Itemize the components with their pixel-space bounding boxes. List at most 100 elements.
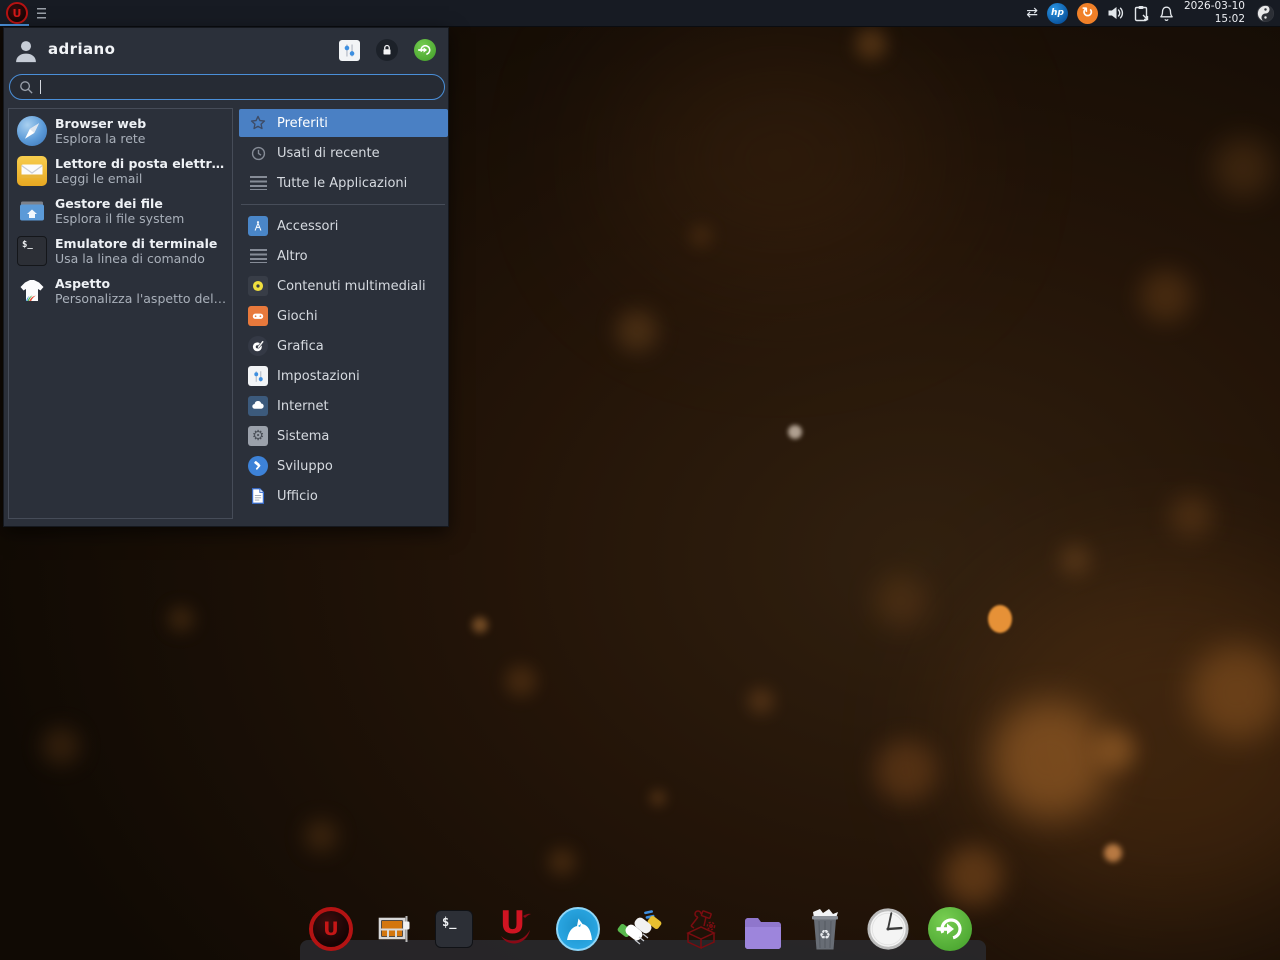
bokeh-light (616, 310, 658, 352)
bokeh-light (168, 606, 194, 632)
favorite-item-browser[interactable]: Browser web Esplora la rete (9, 111, 232, 151)
lock-screen-button[interactable] (376, 39, 398, 61)
web-browser-icon (17, 116, 47, 146)
favorite-title: Gestore dei file (55, 196, 184, 211)
favorite-subtitle: Usa la linea di comando (55, 251, 217, 266)
category-sviluppo[interactable]: Sviluppo (239, 451, 448, 481)
dock-trash[interactable]: ♻ (802, 906, 848, 952)
dock-u-application[interactable]: U (492, 906, 538, 952)
log-out-icon (414, 39, 436, 61)
clipboard-icon[interactable] (1134, 5, 1149, 22)
hammer-icon (248, 456, 268, 476)
favorite-item-terminal[interactable]: $_ Emulatore di terminale Usa la linea d… (9, 231, 232, 271)
gear-icon: ⚙ (248, 426, 268, 446)
active-indicator (0, 24, 29, 26)
category-ufficio[interactable]: Ufficio (239, 481, 448, 511)
bokeh-light (748, 688, 774, 714)
favorite-title: Emulatore di terminale (55, 236, 217, 251)
favorite-text: Gestore dei file Esplora il file system (55, 196, 184, 226)
media-editor-icon (372, 908, 414, 950)
update-notifier-icon[interactable]: ↻ (1077, 3, 1098, 24)
user-avatar[interactable] (12, 37, 40, 65)
clock-datetime[interactable]: 2026-03-10 15:02 (1184, 0, 1245, 25)
accessories-icon (248, 216, 268, 236)
category-grafica[interactable]: Grafica (239, 331, 448, 361)
category-contenuti-multimediali[interactable]: Contenuti multimediali (239, 271, 448, 301)
media-disc-icon (248, 276, 268, 296)
category-label: Usati di recente (277, 146, 380, 161)
dock-media-editor[interactable] (370, 906, 416, 952)
mail-reader-icon (17, 156, 47, 186)
category-tutte-le-applicazioni[interactable]: Tutte le Applicazioni (239, 168, 448, 198)
hp-device-icon[interactable]: hp (1047, 3, 1068, 24)
hamburger-icon[interactable] (37, 8, 46, 19)
settings-sliders-icon (248, 366, 268, 386)
search-input[interactable] (45, 80, 444, 95)
settings-sliders-icon (339, 40, 360, 61)
toolbox-icon (678, 906, 724, 952)
dock-wolf-browser[interactable] (555, 906, 601, 952)
volume-icon[interactable] (1107, 5, 1125, 21)
favorite-item-files[interactable]: Gestore dei file Esplora il file system (9, 191, 232, 231)
category-label: Internet (277, 399, 329, 414)
category-label: Tutte le Applicazioni (277, 176, 407, 191)
folder-icon (743, 915, 783, 949)
category-accessori[interactable]: Accessori (239, 211, 448, 241)
category-sistema[interactable]: ⚙ Sistema (239, 421, 448, 451)
dock-terminal[interactable]: $_ (431, 906, 477, 952)
favorite-subtitle: Personalizza l'aspetto del… (55, 291, 226, 306)
dock-collaboration[interactable] (617, 906, 663, 952)
cloud-icon (248, 396, 268, 416)
bokeh-light (505, 665, 537, 697)
bokeh-light (1096, 730, 1136, 770)
search-box[interactable] (9, 74, 445, 100)
dock-clock[interactable] (865, 906, 911, 952)
log-out-button[interactable] (414, 39, 436, 61)
favorite-item-mail[interactable]: Lettore di posta elettr… Leggi le email (9, 151, 232, 191)
bokeh-light (855, 28, 887, 60)
gamepad-icon (248, 306, 268, 326)
list-lines-icon (248, 173, 268, 193)
bokeh-light (1140, 270, 1192, 322)
favorites-list: Browser web Esplora la rete Lettore di p… (8, 108, 233, 519)
username-text: adriano (48, 40, 115, 58)
yin-yang-icon[interactable] (1256, 4, 1275, 23)
terminal-icon: $_ (435, 910, 473, 948)
favorite-title: Browser web (55, 116, 146, 131)
distro-logo-icon: U (309, 907, 353, 951)
favorite-text: Lettore di posta elettr… Leggi le email (55, 156, 224, 186)
favorite-item-appearance[interactable]: Aspetto Personalizza l'aspetto del… (9, 271, 232, 311)
dock-toolbox[interactable] (678, 906, 724, 952)
category-label: Accessori (277, 219, 338, 234)
category-preferiti[interactable]: Preferiti (239, 109, 448, 137)
favorite-subtitle: Leggi le email (55, 171, 224, 186)
bokeh-light (42, 727, 80, 765)
bokeh-light (1190, 645, 1280, 740)
notifications-bell-icon[interactable] (1158, 5, 1175, 22)
dock-file-manager[interactable] (740, 906, 786, 952)
applications-menu-button[interactable]: U (6, 2, 28, 24)
bokeh-light (1060, 545, 1090, 575)
favorite-title: Aspetto (55, 276, 226, 291)
category-label: Ufficio (277, 489, 318, 504)
dock-distro-logo[interactable]: U (308, 906, 354, 952)
bokeh-light (1170, 495, 1212, 537)
category-giochi[interactable]: Giochi (239, 301, 448, 331)
category-label: Contenuti multimediali (277, 279, 426, 294)
trash-icon: ♻ (804, 906, 846, 952)
all-settings-button[interactable] (338, 39, 360, 61)
category-label: Sviluppo (277, 459, 333, 474)
category-internet[interactable]: Internet (239, 391, 448, 421)
u-application-icon: U (495, 906, 535, 952)
category-impostazioni[interactable]: Impostazioni (239, 361, 448, 391)
text-caret (40, 80, 41, 94)
swap-arrows-icon[interactable]: ⇄ (1026, 6, 1038, 20)
panel-left: U (0, 0, 46, 26)
dock-log-out[interactable] (927, 906, 973, 952)
category-list: Preferiti Usati di recente Tutte le Appl… (239, 108, 448, 511)
category-altro[interactable]: Altro (239, 241, 448, 271)
favorite-subtitle: Esplora la rete (55, 131, 146, 146)
bokeh-light (472, 617, 488, 633)
favorite-title: Lettore di posta elettr… (55, 156, 224, 171)
category-usati-di-recente[interactable]: Usati di recente (239, 138, 448, 168)
